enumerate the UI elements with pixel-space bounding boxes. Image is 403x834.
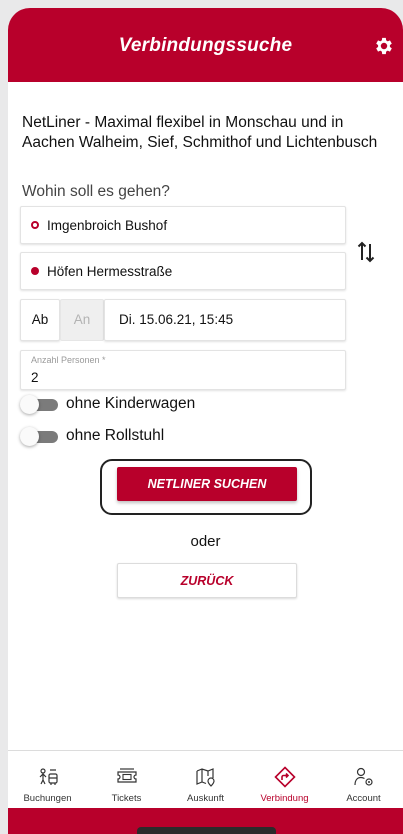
map-info-icon [195, 768, 215, 787]
destination-question: Wohin soll es gehen? [22, 183, 170, 200]
persons-field[interactable]: Anzahl Personen * 2 [20, 350, 346, 390]
wheelchair-toggle-label: ohne Rollstuhl [66, 427, 165, 444]
nav-label-account: Account [346, 793, 381, 804]
search-netliner-button[interactable]: NETLINER SUCHEN [117, 467, 297, 501]
stroller-toggle-label: ohne Kinderwagen [66, 395, 196, 412]
app-screen: Verbindungssuche NetLiner - Maximal flex… [8, 8, 403, 834]
nav-item-tickets[interactable]: Tickets [87, 751, 166, 808]
bottom-navigation: Buchungen Tickets Auskunft Verbindung Ac… [8, 750, 403, 808]
origin-value: Imgenbroich Bushof [47, 218, 168, 233]
origin-field[interactable]: Imgenbroich Bushof [20, 206, 346, 244]
persons-label: Anzahl Personen * [31, 355, 106, 365]
stroller-toggle-knob[interactable] [20, 395, 39, 414]
intro-text: NetLiner - Maximal flexibel in Monschau … [22, 114, 378, 151]
destination-value: Höfen Hermesstraße [47, 264, 173, 279]
destination-field[interactable]: Höfen Hermesstraße [20, 252, 346, 290]
departure-mode-button[interactable]: Ab [20, 299, 60, 341]
home-indicator [137, 827, 276, 834]
nav-label-info: Auskunft [187, 793, 224, 804]
origin-marker-icon [31, 221, 39, 229]
header-bar: Verbindungssuche [8, 8, 403, 82]
nav-label-bookings: Buchungen [23, 793, 72, 804]
gear-icon[interactable] [373, 35, 395, 57]
back-button[interactable]: ZURÜCK [117, 563, 297, 598]
nav-item-account[interactable]: Account [324, 751, 403, 808]
nav-label-connection: Verbindung [260, 793, 309, 804]
page-title: Verbindungssuche [118, 35, 293, 56]
swap-direction-icon[interactable] [356, 240, 376, 264]
persons-value: 2 [31, 370, 39, 385]
destination-marker-icon [31, 267, 39, 275]
ticket-icon [116, 768, 137, 783]
datetime-value: Di. 15.06.21, 15:45 [119, 312, 234, 327]
datetime-field[interactable]: Di. 15.06.21, 15:45 [104, 299, 346, 341]
bookings-icon [39, 768, 58, 785]
nav-item-bookings[interactable]: Buchungen [8, 751, 87, 808]
arrival-mode-label: An [73, 312, 91, 327]
bottom-bar [8, 808, 403, 834]
nav-label-tickets: Tickets [111, 793, 142, 804]
or-separator: oder [190, 533, 221, 550]
departure-mode-label: Ab [31, 312, 49, 327]
arrival-mode-button[interactable]: An [60, 299, 104, 341]
route-icon [273, 766, 296, 788]
nav-item-connection[interactable]: Verbindung [245, 751, 324, 808]
account-settings-icon [353, 767, 373, 786]
nav-item-info[interactable]: Auskunft [166, 751, 245, 808]
wheelchair-toggle-knob[interactable] [20, 427, 39, 446]
